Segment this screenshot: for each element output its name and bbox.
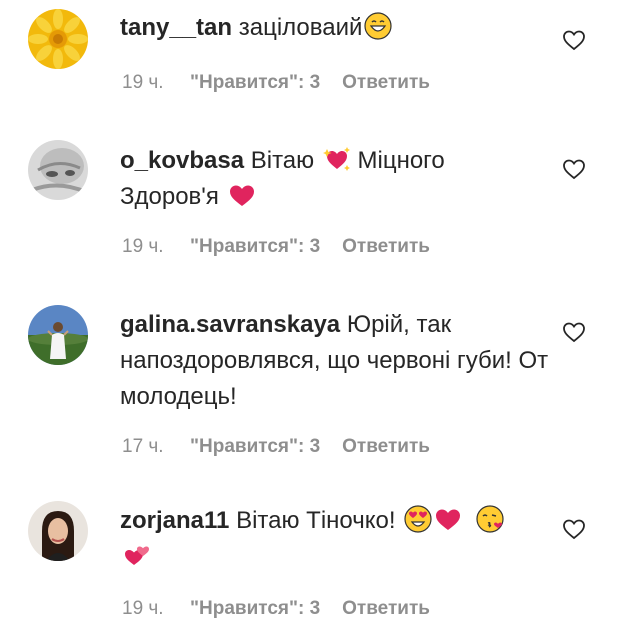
comment-username[interactable]: zorjana11 xyxy=(120,507,229,534)
heart-eyes-icon xyxy=(404,505,432,533)
comment-likes[interactable]: "Нравится": 3 xyxy=(190,436,320,458)
comment-username[interactable]: o_kovbasa xyxy=(120,147,244,174)
grinning-face-icon xyxy=(364,12,393,40)
comment-text: Вітаю xyxy=(244,147,321,174)
avatar[interactable] xyxy=(28,501,88,561)
two-hearts-icon xyxy=(124,541,152,569)
reply-button[interactable]: Ответить xyxy=(342,436,430,458)
comment-time: 19 ч. xyxy=(122,72,164,93)
avatar[interactable] xyxy=(28,9,88,69)
comment-likes[interactable]: "Нравится": 3 xyxy=(190,236,320,258)
comment-username[interactable]: galina.savranskaya xyxy=(120,311,340,338)
comment-time: 19 ч. xyxy=(122,598,164,619)
reply-button[interactable]: Ответить xyxy=(342,72,430,94)
comment-text: заціловаий xyxy=(232,14,363,41)
red-heart-icon xyxy=(228,181,256,209)
like-heart-icon[interactable] xyxy=(562,517,586,541)
reply-button[interactable]: Ответить xyxy=(342,598,430,620)
sparkling-heart-icon xyxy=(322,145,351,173)
comment-time: 19 ч. xyxy=(122,236,164,257)
comment-text: Вітаю Тіночко! xyxy=(229,507,403,534)
like-heart-icon[interactable] xyxy=(562,320,586,344)
comments-list: tany__tan заціловаий 19 ч. "Нравится": 3 О… xyxy=(0,0,620,631)
like-heart-icon[interactable] xyxy=(562,28,586,52)
comment-username[interactable]: tany__tan xyxy=(120,14,232,41)
comment-likes[interactable]: "Нравится": 3 xyxy=(190,72,320,94)
comment-likes[interactable]: "Нравится": 3 xyxy=(190,598,320,620)
reply-button[interactable]: Ответить xyxy=(342,236,430,258)
avatar[interactable] xyxy=(28,140,88,200)
like-heart-icon[interactable] xyxy=(562,157,586,181)
red-heart-icon xyxy=(434,505,462,533)
comment-time: 17 ч. xyxy=(122,436,164,457)
face-blowing-kiss-icon xyxy=(476,505,504,533)
avatar[interactable] xyxy=(28,305,88,365)
